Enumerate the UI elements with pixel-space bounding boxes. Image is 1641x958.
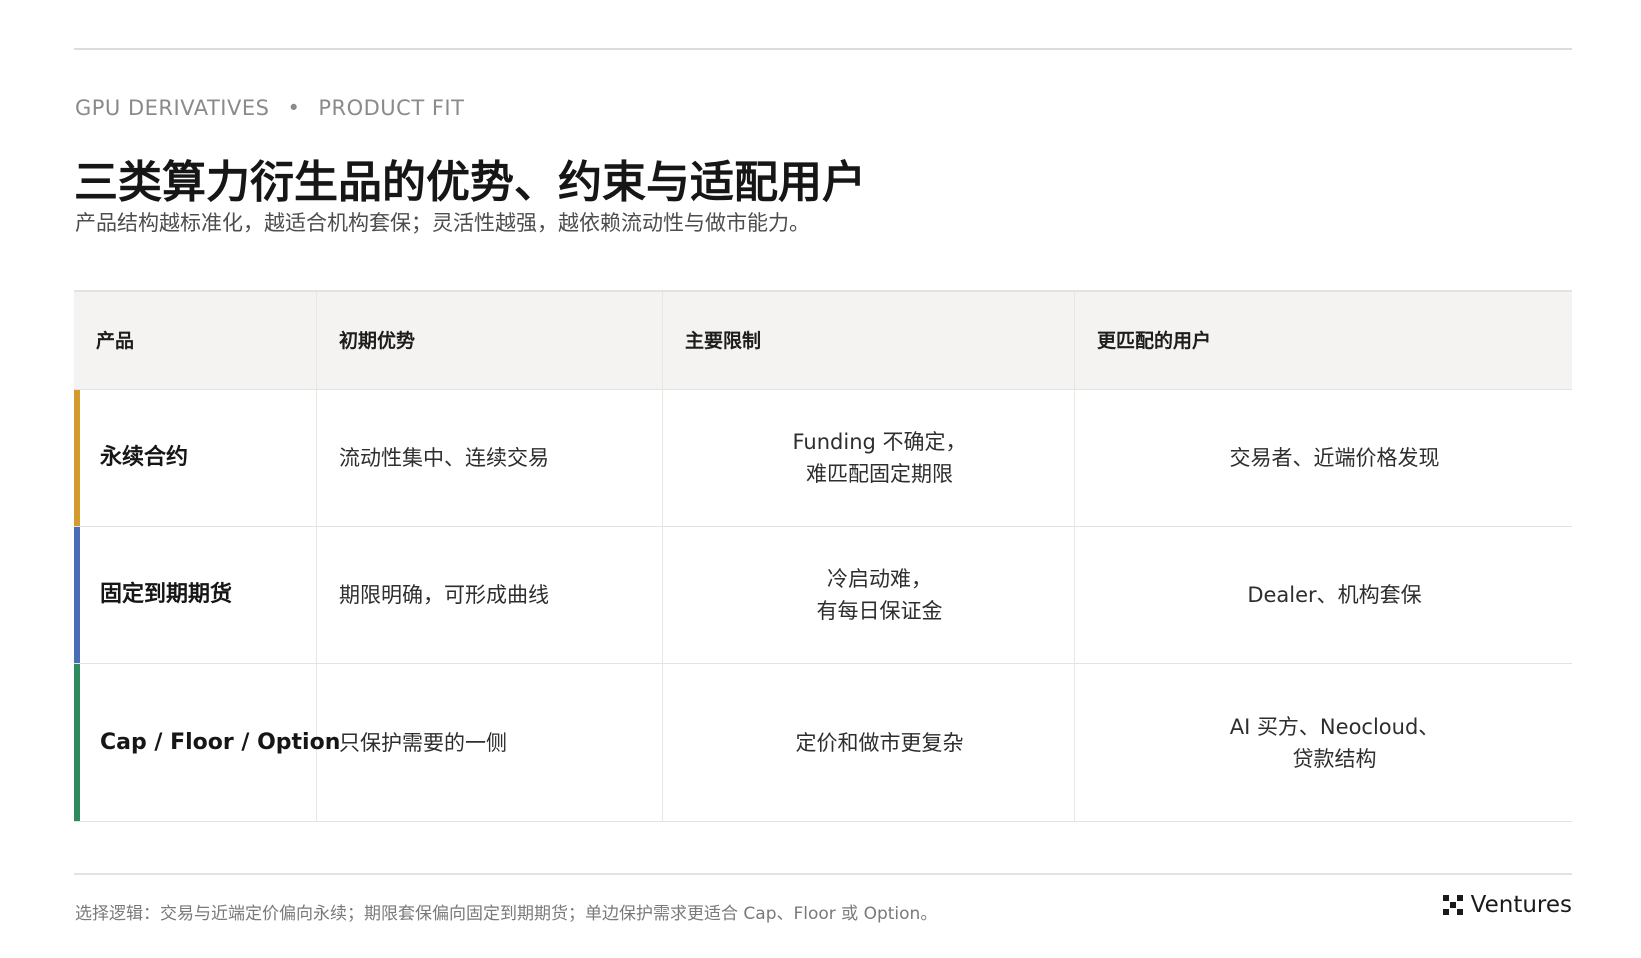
brand-name: Ventures [1470,892,1572,918]
brand-mark: Ventures [1442,892,1572,918]
row-limit-line: 冷启动难， [827,567,932,591]
row-limit-line: 难匹配固定期限 [806,462,953,486]
row-user-line: Dealer、机构套保 [1247,583,1422,607]
page-subtitle: 产品结构越标准化，越适合机构套保；灵活性越强，越依赖流动性与做市能力。 [75,211,810,235]
eyebrow-right: PRODUCT FIT [318,96,465,120]
table-row: 固定到期期货 期限明确，可形成曲线 冷启动难， 有每日保证金 Dealer、机构… [74,527,1572,664]
row-limit-line: 定价和做市更复杂 [795,730,964,755]
column-header-limit: 主要限制 [663,292,1075,389]
page-title: 三类算力衍生品的优势、约束与适配用户 [74,157,866,208]
row-user: Dealer、机构套保 [1075,527,1572,663]
row-limit-line: Funding 不确定， [792,430,967,454]
row-product: 固定到期期货 [74,527,317,663]
eyebrow-left: GPU DERIVATIVES [75,96,270,120]
row-user: AI 买方、Neocloud、 贷款结构 [1075,664,1572,821]
row-limit: 定价和做市更复杂 [663,664,1075,821]
row-product: Cap / Floor / Option [74,664,340,821]
column-header-user: 更匹配的用户 [1097,329,1212,352]
row-limit: 冷启动难， 有每日保证金 [663,527,1075,663]
footer-note: 选择逻辑：交易与近端定价偏向永续；期限套保偏向固定到期期货；单边保护需求更适合 … [75,904,938,924]
slide-page: GPU DERIVATIVES • PRODUCT FIT 三类算力衍生品的优势… [0,0,1641,958]
eyebrow: GPU DERIVATIVES • PRODUCT FIT [75,96,464,120]
row-user: 交易者、近端价格发现 [1075,390,1572,526]
row-limit: Funding 不确定， 难匹配固定期限 [663,390,1075,526]
row-product: 永续合约 [74,390,317,526]
table-header-row: 产品 初期优势 主要限制 更匹配的用户 [74,292,1572,390]
table-row: 永续合约 流动性集中、连续交易 Funding 不确定， 难匹配固定期限 交易者… [74,390,1572,527]
row-limit-line: 有每日保证金 [816,599,943,623]
eyebrow-separator: • [287,96,301,120]
row-accent-bar [74,527,80,663]
row-user-line: AI 买方、Neocloud、 [1229,714,1440,739]
row-advantage: 流动性集中、连续交易 [317,390,663,526]
row-accent-bar [74,664,80,821]
row-user-line: 交易者、近端价格发现 [1229,446,1440,470]
top-divider [74,48,1572,50]
row-user-line: 贷款结构 [1292,746,1377,771]
x-logo-icon [1442,895,1463,915]
column-header-advantage: 初期优势 [317,292,663,389]
row-accent-bar [74,390,80,526]
row-advantage: 只保护需要的一侧 [317,664,663,821]
bottom-divider [74,873,1572,875]
column-header-product: 产品 [74,292,317,389]
row-advantage: 期限明确，可形成曲线 [317,527,663,663]
comparison-table: 产品 初期优势 主要限制 更匹配的用户 永续合约 流动性集中、连续交易 Fund… [74,290,1572,822]
table-row: Cap / Floor / Option 只保护需要的一侧 定价和做市更复杂 A… [74,664,1572,822]
